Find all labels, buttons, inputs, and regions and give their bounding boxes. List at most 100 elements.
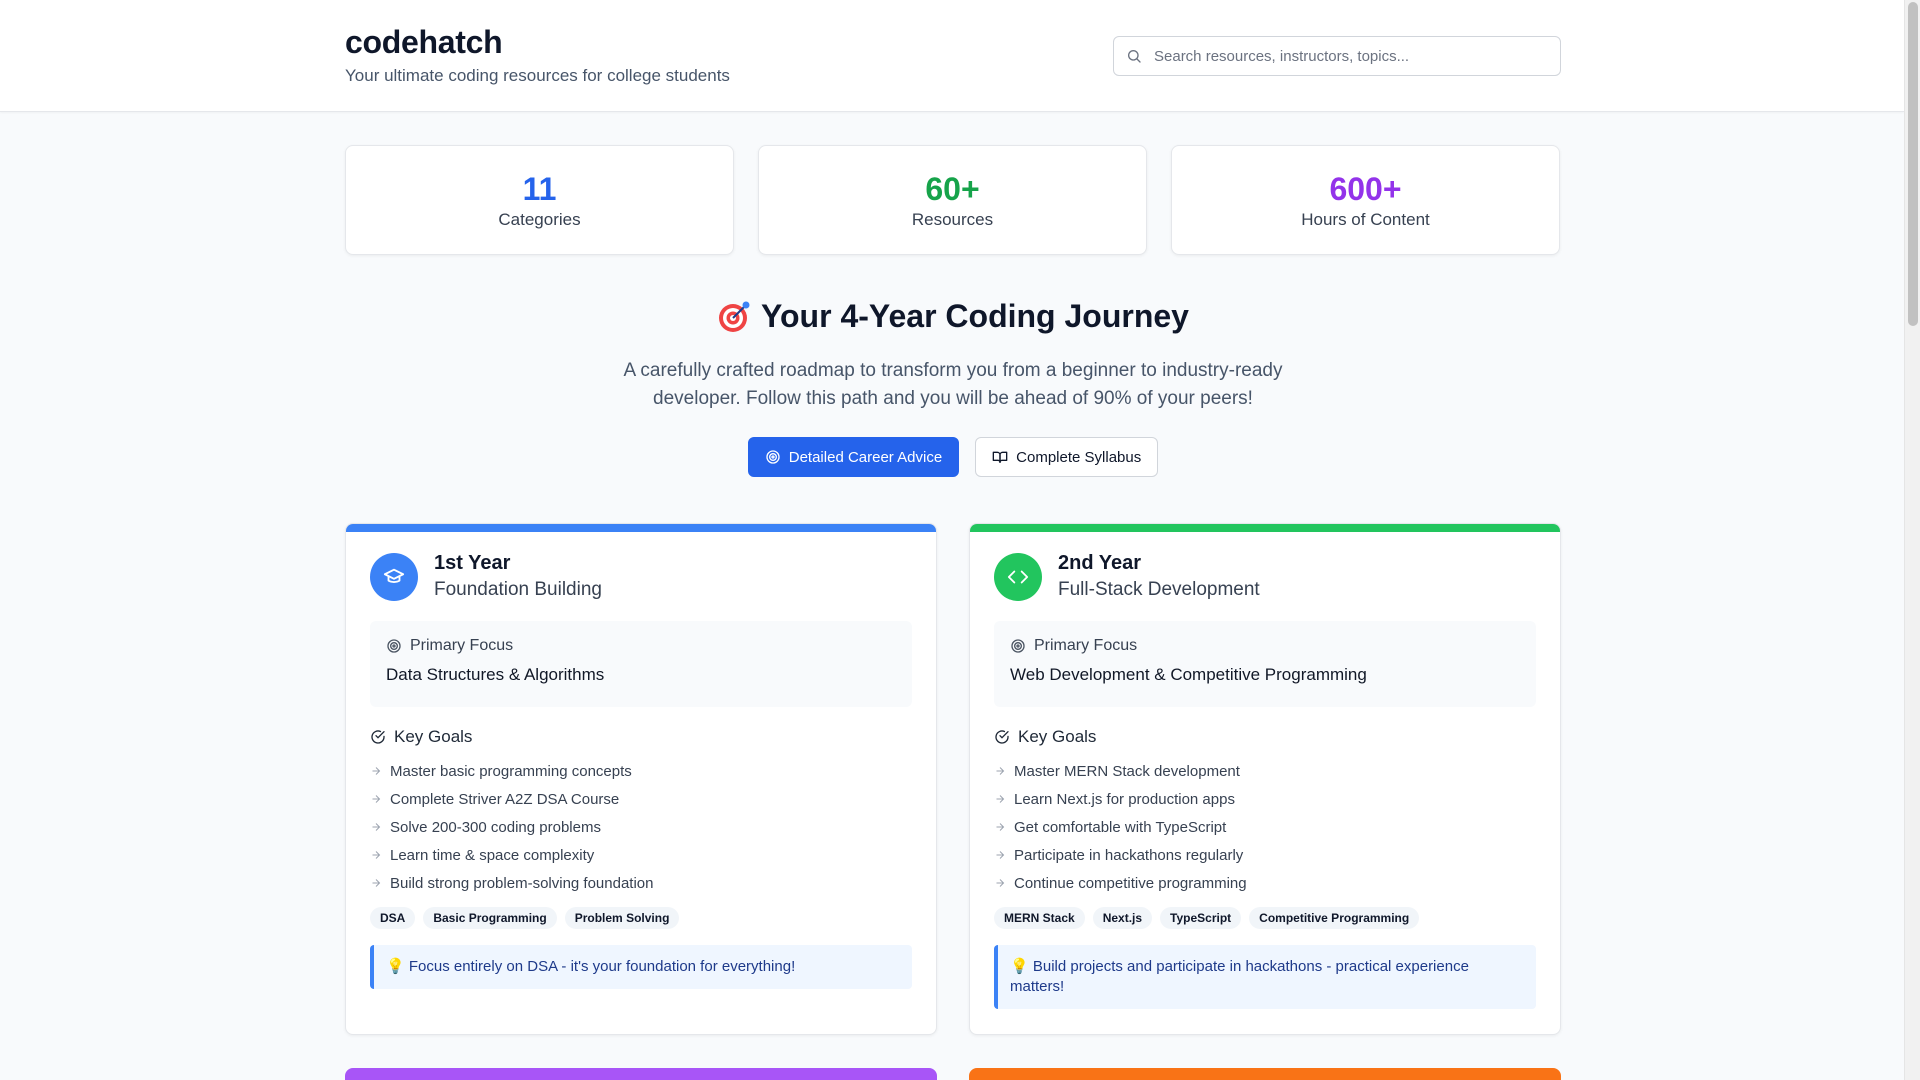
- goal-item: Continue competitive programming: [994, 869, 1536, 897]
- tag: Competitive Programming: [1249, 907, 1420, 929]
- primary-focus-box: Primary Focus Web Development & Competit…: [994, 621, 1536, 707]
- arrow-right-icon: [370, 821, 382, 833]
- arrow-right-icon: [994, 765, 1006, 777]
- goal-text: Learn time & space complexity: [390, 846, 595, 864]
- arrow-right-icon: [370, 877, 382, 889]
- goals-list: Master MERN Stack development Learn Next…: [994, 757, 1536, 897]
- page-scrollbar[interactable]: [1904, 0, 1920, 1080]
- card-header: 2nd Year Full-Stack Development: [994, 552, 1560, 601]
- journey-title: Your 4-Year Coding Journey: [761, 298, 1189, 334]
- arrow-right-icon: [994, 877, 1006, 889]
- tip-callout: 💡 Build projects and participate in hack…: [994, 945, 1536, 1009]
- goal-item: Learn Next.js for production apps: [994, 785, 1536, 813]
- goal-text: Build strong problem-solving foundation: [390, 874, 654, 892]
- year-name: 1st Year: [434, 552, 511, 574]
- code-icon: [994, 552, 1042, 601]
- tag: Problem Solving: [564, 907, 680, 929]
- check-circle-icon: [371, 730, 385, 744]
- goals-list: Master basic programming concepts Comple…: [370, 757, 912, 897]
- graduation-cap-icon: [370, 552, 418, 601]
- primary-focus-value: Data Structures & Algorithms: [386, 665, 605, 684]
- goal-item: Solve 200-300 coding problems: [370, 813, 912, 841]
- goal-item: Learn time & space complexity: [370, 841, 912, 869]
- goal-text: Master basic programming concepts: [390, 762, 632, 780]
- tag: Next.js: [1092, 907, 1153, 929]
- stat-value: 60+: [925, 171, 980, 207]
- career-advice-label: Detailed Career Advice: [788, 448, 943, 466]
- page: codehatch Your ultimate coding resources…: [0, 0, 1904, 1080]
- scrollbar-thumb[interactable]: [1908, 2, 1918, 326]
- journey-heading: Your 4-Year Coding Journey: [345, 298, 1561, 335]
- target-icon: [766, 450, 780, 464]
- card-accent-bar: [970, 524, 1560, 532]
- target-icon: [717, 300, 751, 334]
- stat-card-resources: 60+ Resources: [758, 145, 1147, 255]
- key-goals-heading: Key Goals: [994, 727, 1536, 747]
- primary-focus-label: Primary Focus: [410, 637, 514, 654]
- search-input[interactable]: [1154, 47, 1554, 65]
- journey-description: A carefully crafted roadmap to transform…: [623, 360, 1283, 409]
- target-icon: [1011, 639, 1025, 653]
- target-icon: [387, 639, 401, 653]
- goal-item: Get comfortable with TypeScript: [994, 813, 1536, 841]
- goal-text: Participate in hackathons regularly: [1014, 846, 1244, 864]
- year-card-3-accent-bar: [345, 1068, 937, 1080]
- arrow-right-icon: [994, 849, 1006, 861]
- year-card-4-accent-bar: [969, 1068, 1561, 1080]
- complete-syllabus-label: Complete Syllabus: [1016, 448, 1142, 466]
- goal-item: Participate in hackathons regularly: [994, 841, 1536, 869]
- key-goals-label: Key Goals: [394, 727, 473, 746]
- tag: MERN Stack: [994, 907, 1085, 929]
- journey-actions: Detailed Career Advice Complete Syllabus: [345, 437, 1561, 477]
- goal-text: Complete Striver A2Z DSA Course: [390, 790, 620, 808]
- primary-focus-heading: Primary Focus: [1010, 637, 1520, 655]
- stat-card-hours: 600+ Hours of Content: [1171, 145, 1560, 255]
- tag: Basic Programming: [423, 907, 557, 929]
- tip-callout: 💡 Focus entirely on DSA - it's your foun…: [370, 945, 912, 989]
- check-circle-icon: [995, 730, 1009, 744]
- brand-title[interactable]: codehatch: [345, 24, 503, 61]
- tag-list: DSA Basic Programming Problem Solving: [370, 907, 912, 929]
- year-card-1: 1st Year Foundation Building Primary Foc…: [345, 523, 937, 1035]
- search-box[interactable]: [1113, 36, 1561, 76]
- key-goals-heading: Key Goals: [370, 727, 912, 747]
- tag-list: MERN Stack Next.js TypeScript Competitiv…: [994, 907, 1536, 929]
- book-open-icon: [992, 451, 1008, 463]
- stats-row: 11 Categories 60+ Resources 600+ Hours o…: [345, 145, 1561, 255]
- goal-text: Master MERN Stack development: [1014, 762, 1240, 780]
- primary-focus-value: Web Development & Competitive Programmin…: [1010, 665, 1367, 684]
- complete-syllabus-button[interactable]: Complete Syllabus: [975, 437, 1159, 477]
- primary-focus-label: Primary Focus: [1034, 637, 1138, 654]
- primary-focus-box: Primary Focus Data Structures & Algorith…: [370, 621, 912, 707]
- arrow-right-icon: [994, 821, 1006, 833]
- goal-text: Get comfortable with TypeScript: [1014, 818, 1227, 836]
- next-year-cards-peek: [345, 1068, 1561, 1080]
- stat-value: 600+: [1329, 171, 1402, 207]
- goal-item: Master MERN Stack development: [994, 757, 1536, 785]
- brand-tagline: Your ultimate coding resources for colle…: [345, 66, 730, 85]
- stat-label: Categories: [498, 210, 581, 229]
- arrow-right-icon: [370, 849, 382, 861]
- arrow-right-icon: [370, 793, 382, 805]
- site-header: codehatch Your ultimate coding resources…: [0, 0, 1904, 112]
- goal-item: Master basic programming concepts: [370, 757, 912, 785]
- goal-item: Build strong problem-solving foundation: [370, 869, 912, 897]
- stat-label: Resources: [911, 210, 994, 229]
- goal-text: Continue competitive programming: [1014, 874, 1247, 892]
- year-theme: Foundation Building: [434, 579, 602, 600]
- year-card-2: 2nd Year Full-Stack Development Primary …: [969, 523, 1561, 1035]
- arrow-right-icon: [370, 765, 382, 777]
- year-cards: 1st Year Foundation Building Primary Foc…: [345, 523, 1561, 1035]
- career-advice-button[interactable]: Detailed Career Advice: [747, 437, 960, 477]
- goal-text: Learn Next.js for production apps: [1014, 790, 1235, 808]
- journey-section: Your 4-Year Coding Journey A carefully c…: [345, 298, 1561, 477]
- year-theme: Full-Stack Development: [1058, 579, 1260, 600]
- stat-label: Hours of Content: [1301, 210, 1430, 229]
- year-name: 2nd Year: [1058, 552, 1142, 574]
- primary-focus-heading: Primary Focus: [386, 637, 896, 655]
- goal-text: Solve 200-300 coding problems: [390, 818, 601, 836]
- search-icon: [1126, 48, 1142, 64]
- card-accent-bar: [346, 524, 936, 532]
- arrow-right-icon: [994, 793, 1006, 805]
- tag: DSA: [370, 907, 416, 929]
